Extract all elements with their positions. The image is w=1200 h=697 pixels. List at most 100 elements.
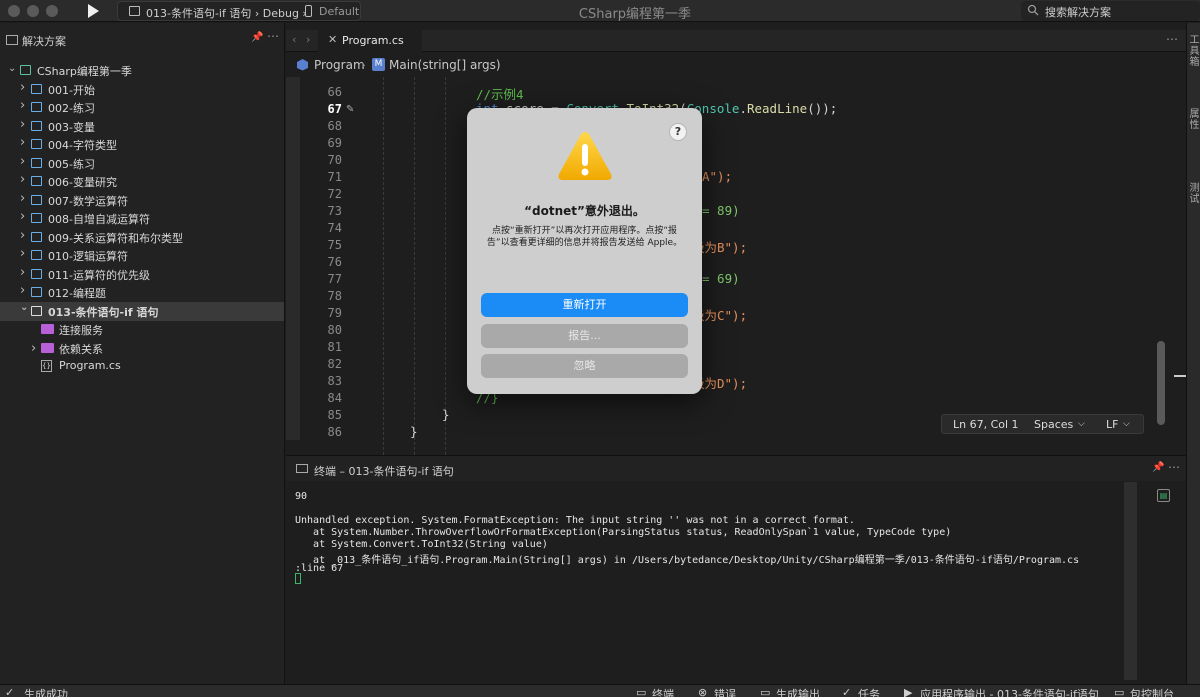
ide-window: 013-条件语句-if 语句 › Debug › Default CSharp编… — [0, 0, 1200, 697]
chevron-right-icon: › — [20, 246, 26, 261]
line-number: 73 — [327, 204, 342, 218]
line-number: 71 — [327, 170, 342, 184]
pin-icon[interactable]: 📌 — [1152, 462, 1164, 473]
side-pad-button[interactable]: 工具箱 — [1189, 35, 1200, 68]
side-pad-button[interactable]: 属性 — [1189, 109, 1200, 131]
pad-package-console[interactable]: 包控制台 — [1130, 686, 1174, 697]
tree-item-label: 005-练习 — [48, 158, 95, 171]
edit-marker-icon: ✎ — [346, 104, 355, 115]
tree-project-item[interactable]: › 001-开始 — [0, 80, 284, 99]
csharp-file-icon: {} — [41, 360, 52, 372]
tree-project-item[interactable]: › 011-运算符的优先级 — [0, 265, 284, 284]
tree-project-item[interactable]: › 008-自增自减运算符 — [0, 209, 284, 228]
project-icon — [31, 250, 42, 260]
line-number: 79 — [327, 306, 342, 320]
tree-solution-root[interactable]: ⌄ CSharp编程第一季 — [0, 61, 284, 80]
tree-project-item[interactable]: › 007-数学运算符 — [0, 191, 284, 210]
tree-project-item[interactable]: ⌄ 013-条件语句-if 语句 — [0, 302, 284, 321]
tree-project-item[interactable]: › 004-字符类型 — [0, 135, 284, 154]
solution-search-input[interactable]: 搜索解决方案 — [1021, 1, 1200, 21]
pad-terminal[interactable]: 终端 — [652, 686, 674, 697]
warning-icon — [558, 132, 612, 180]
chevron-right-icon: › — [20, 265, 26, 280]
breadcrumb: Program › M Main(string[] args) — [286, 53, 1186, 77]
more-icon[interactable]: ⋯ — [1168, 460, 1180, 474]
tree-project-item[interactable]: › 010-逻辑运算符 — [0, 246, 284, 265]
device-label: Default — [319, 5, 360, 18]
editor-gutter — [286, 77, 300, 440]
reopen-button[interactable]: 重新打开 — [481, 293, 688, 317]
more-icon[interactable]: ⋯ — [267, 29, 279, 43]
close-window-button[interactable] — [8, 5, 20, 17]
tree-file-item[interactable]: › 依赖关系 — [0, 339, 284, 358]
line-number: 85 — [327, 408, 342, 422]
project-icon — [31, 139, 42, 149]
project-icon — [31, 195, 42, 205]
terminal-line: at System.Number.ThrowOverflowOrFormatEx… — [295, 527, 952, 538]
indent-mode[interactable]: Spaces — [1034, 418, 1073, 431]
run-button[interactable] — [84, 2, 102, 20]
nav-back-icon[interactable]: ‹ — [292, 33, 296, 46]
tree-item-label: 002-练习 — [48, 102, 95, 115]
tree-project-item[interactable]: › 012-编程题 — [0, 283, 284, 302]
tasks-icon: ✓ — [842, 686, 852, 697]
line-number: 68 — [327, 119, 342, 133]
line-number: 82 — [327, 357, 342, 371]
code-editor[interactable]: ✎ 66//示例467int score = Convert.ToInt32(C… — [300, 77, 1186, 455]
tree-project-item[interactable]: › 002-练习 — [0, 98, 284, 117]
tree-project-item[interactable]: › 005-练习 — [0, 154, 284, 173]
chevron-right-icon: › — [20, 135, 26, 150]
pin-icon[interactable]: 📌 — [251, 32, 263, 43]
report-button[interactable]: 报告... — [481, 324, 688, 348]
line-number: 76 — [327, 255, 342, 269]
project-icon — [31, 287, 42, 297]
breadcrumb-class[interactable]: Program — [314, 58, 365, 72]
build-output-icon: ▭ — [760, 686, 771, 697]
minimize-window-button[interactable] — [27, 5, 39, 17]
cursor-position[interactable]: Ln 67, Col 1 — [953, 418, 1019, 431]
code-line: } — [442, 407, 450, 422]
tree-project-item[interactable]: › 009-关系运算符和布尔类型 — [0, 228, 284, 247]
line-ending[interactable]: LF — [1106, 418, 1118, 431]
help-button[interactable]: ? — [669, 123, 687, 141]
ignore-button[interactable]: 忽略 — [481, 354, 688, 378]
line-number: 74 — [327, 221, 342, 235]
code-line: A"); — [702, 169, 733, 184]
line-number: 70 — [327, 153, 342, 167]
chevron-down-icon: ⌄ — [20, 302, 29, 313]
tree-project-item[interactable]: › 006-变量研究 — [0, 172, 284, 191]
terminal-title: 终端 – 013-条件语句-if 语句 — [314, 465, 454, 478]
tree-file-item[interactable]: 连接服务 — [0, 320, 284, 339]
pad-tasks[interactable]: 任务 — [858, 686, 880, 697]
tab-program-cs[interactable]: ✕ Program.cs — [318, 30, 422, 52]
editor-scrollbar[interactable] — [1157, 341, 1165, 425]
tree-item-label: Program.cs — [59, 359, 121, 372]
terminal-output[interactable]: 90 Unhandled exception. System.FormatExce… — [286, 481, 1138, 684]
scheme-selector[interactable]: 013-条件语句-if 语句 › Debug › Default — [117, 1, 361, 21]
tree-item-label: 011-运算符的优先级 — [48, 269, 150, 282]
breadcrumb-separator: › — [361, 58, 366, 72]
solution-explorer: 解决方案 📌 ⋯ ⌄ CSharp编程第一季 › 001-开始 › 002-练习 › 003-… — [0, 23, 285, 684]
project-icon — [31, 232, 42, 242]
project-icon — [31, 158, 42, 168]
tab-overflow-icon[interactable]: ⋯ — [1166, 32, 1178, 46]
terminal-scrollbar[interactable] — [1124, 482, 1137, 680]
chevron-right-icon: › — [31, 341, 37, 356]
tree-file-item[interactable]: {} Program.cs — [0, 357, 284, 376]
chevron-right-icon: › — [20, 283, 26, 298]
tree-item-label: 008-自增自减运算符 — [48, 213, 150, 226]
project-icon — [31, 176, 42, 186]
pad-app-output[interactable]: 应用程序输出 - 013-条件语句-if语句 — [920, 686, 1099, 697]
close-tab-icon[interactable]: ✕ — [328, 33, 337, 46]
breadcrumb-method[interactable]: Main(string[] args) — [389, 58, 501, 72]
tree-project-item[interactable]: › 003-变量 — [0, 117, 284, 136]
terminal-action-icon[interactable]: ▤ — [1157, 489, 1170, 502]
tree-item-label: 013-条件语句-if 语句 — [48, 306, 159, 319]
side-pad-button[interactable]: 测试 — [1189, 183, 1200, 205]
pad-build-output[interactable]: 生成输出 — [776, 686, 820, 697]
nav-forward-icon[interactable]: › — [306, 33, 310, 46]
pad-errors[interactable]: 错误 — [714, 686, 736, 697]
terminal-line: at System.Convert.ToInt32(String value) — [295, 539, 548, 550]
zoom-window-button[interactable] — [46, 5, 58, 17]
chevron-down-icon: ⌄ — [8, 63, 17, 74]
